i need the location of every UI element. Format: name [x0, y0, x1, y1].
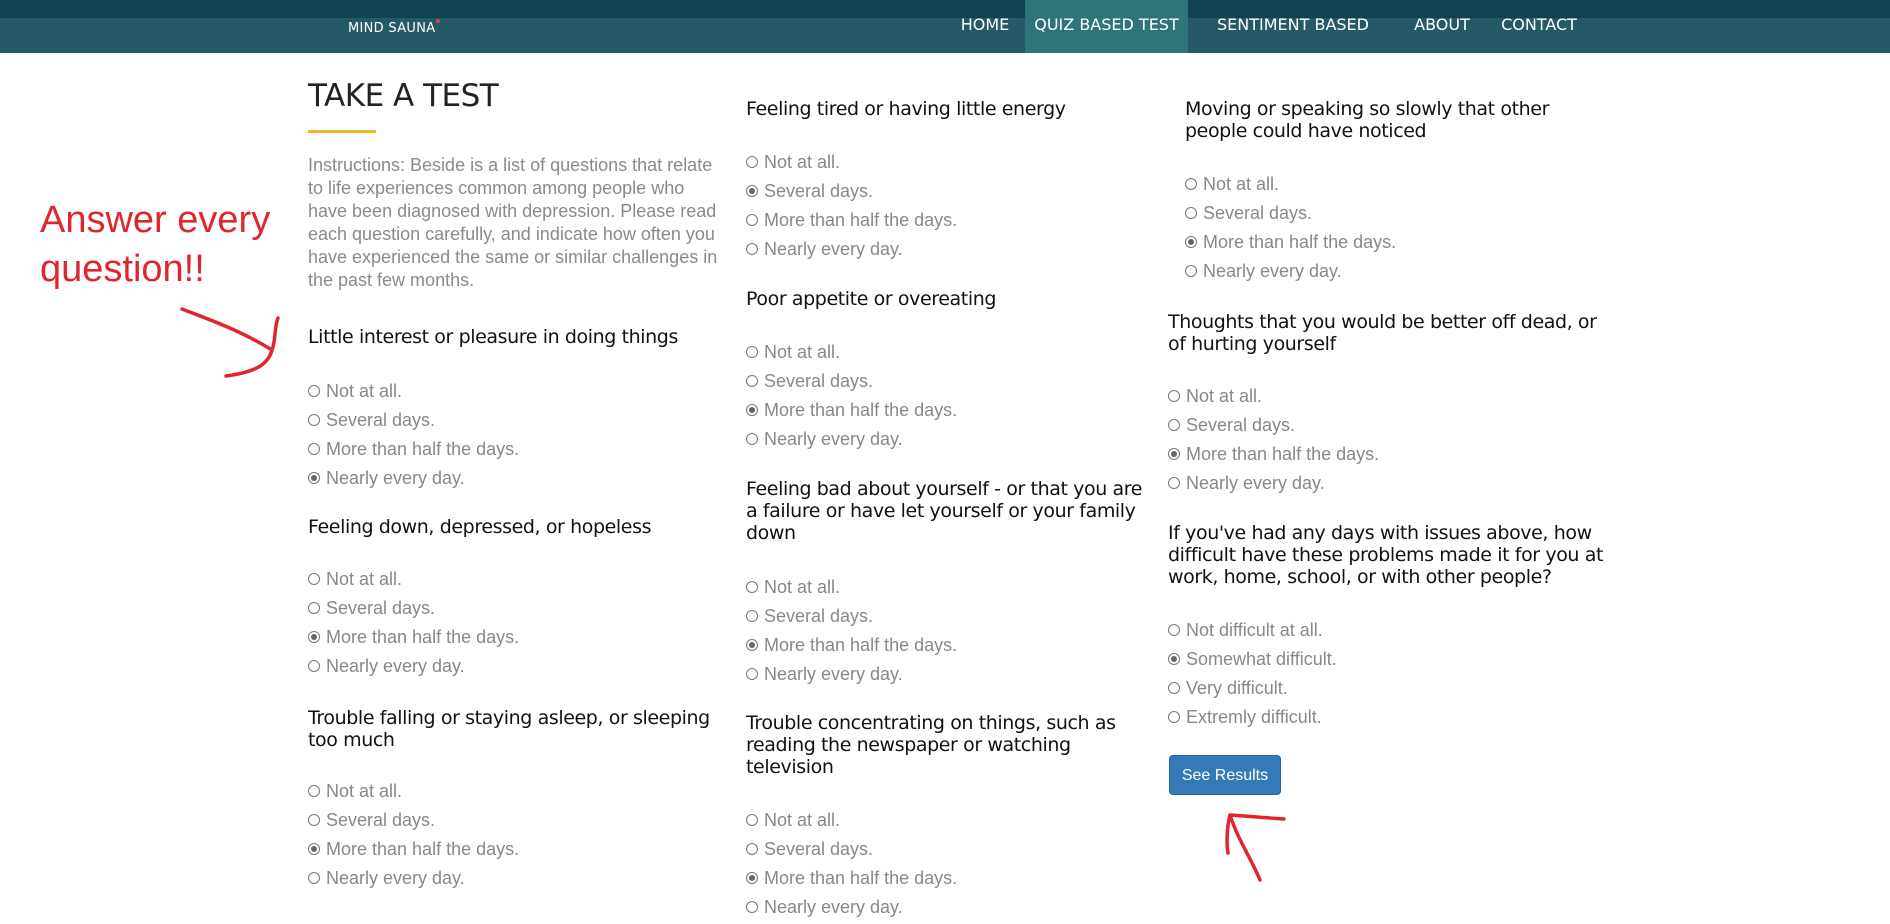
arrow-to-first-question-icon [180, 307, 280, 378]
arrow-to-submit-icon [1225, 813, 1286, 882]
annotation-arrows [180, 307, 1286, 882]
